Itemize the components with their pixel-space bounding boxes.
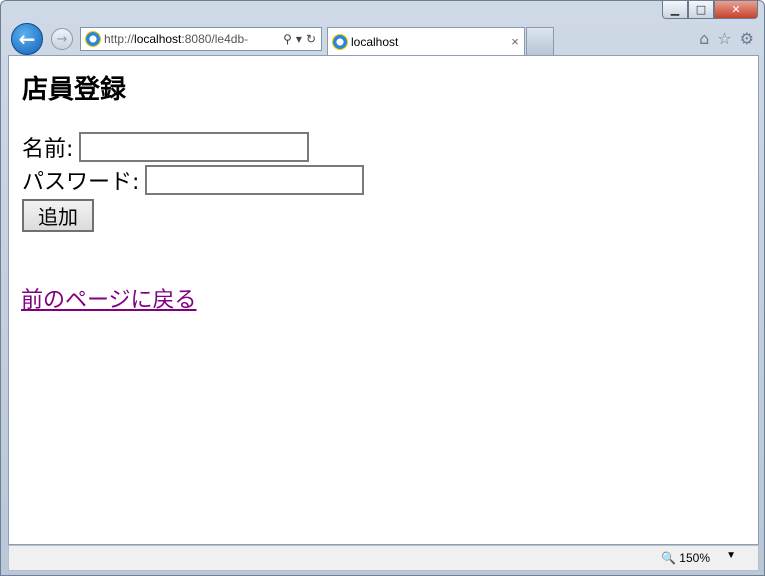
settings-gear-icon[interactable]: ⚙	[740, 29, 754, 48]
url-path: :8080/le4db-	[181, 32, 249, 46]
zoom-magnifier-icon: 🔍	[661, 551, 677, 565]
refresh-icon[interactable]: ↻	[306, 32, 316, 46]
name-label: 名前:	[22, 137, 74, 162]
page-content: 店員登録 名前: パスワード: 追加 前のページに戻る	[8, 55, 759, 545]
window-caption-buttons: ▁ □ ✕	[662, 1, 758, 21]
forward-button[interactable]: →	[51, 28, 73, 50]
add-button[interactable]: 追加	[22, 199, 94, 232]
address-tools: ⚲ ▾ ↻	[278, 32, 321, 46]
navigation-toolbar: ← → http://localhost:8080/le4db- ⚲ ▾ ↻ l…	[1, 21, 765, 55]
password-input[interactable]	[145, 165, 365, 195]
browser-tools: ⌂ ☆ ⚙	[699, 29, 754, 48]
status-bar: 🔍 150% ▼	[8, 545, 759, 571]
minimize-button[interactable]: ▁	[662, 1, 688, 19]
url-scheme: http://	[104, 32, 135, 46]
back-to-previous-page-link[interactable]: 前のページに戻る	[21, 282, 197, 314]
dropdown-icon[interactable]: ▾	[296, 32, 302, 46]
close-window-button[interactable]: ✕	[714, 1, 758, 19]
url-text[interactable]: http://localhost:8080/le4db-	[104, 32, 278, 46]
address-bar[interactable]: http://localhost:8080/le4db- ⚲ ▾ ↻	[80, 27, 322, 51]
home-icon[interactable]: ⌂	[699, 29, 709, 48]
password-label: パスワード:	[22, 170, 140, 195]
tab-title: localhost	[351, 34, 399, 49]
url-host: localhost	[134, 32, 182, 46]
search-icon[interactable]: ⚲	[283, 32, 292, 46]
back-arrow-icon: ←	[18, 27, 36, 51]
zoom-level: 150%	[679, 551, 710, 565]
zoom-dropdown-icon[interactable]: ▼	[726, 550, 736, 561]
ie-page-icon	[85, 31, 101, 47]
browser-window: ▁ □ ✕ ← → http://localhost:8080/le4db- ⚲…	[0, 0, 765, 576]
name-input[interactable]	[79, 132, 310, 162]
favorites-star-icon[interactable]: ☆	[717, 29, 731, 48]
tab-localhost[interactable]: localhost ×	[327, 27, 525, 55]
page-title: 店員登録	[22, 75, 127, 105]
tab-close-icon[interactable]: ×	[506, 34, 524, 49]
password-row: パスワード:	[22, 164, 365, 196]
new-tab-button[interactable]	[526, 27, 554, 55]
maximize-button[interactable]: □	[688, 1, 714, 19]
forward-arrow-icon: →	[56, 31, 68, 47]
name-row: 名前:	[22, 131, 310, 163]
tab-page-icon	[332, 33, 348, 50]
back-button[interactable]: ←	[11, 23, 43, 55]
zoom-control[interactable]: 🔍 150%	[661, 551, 710, 565]
